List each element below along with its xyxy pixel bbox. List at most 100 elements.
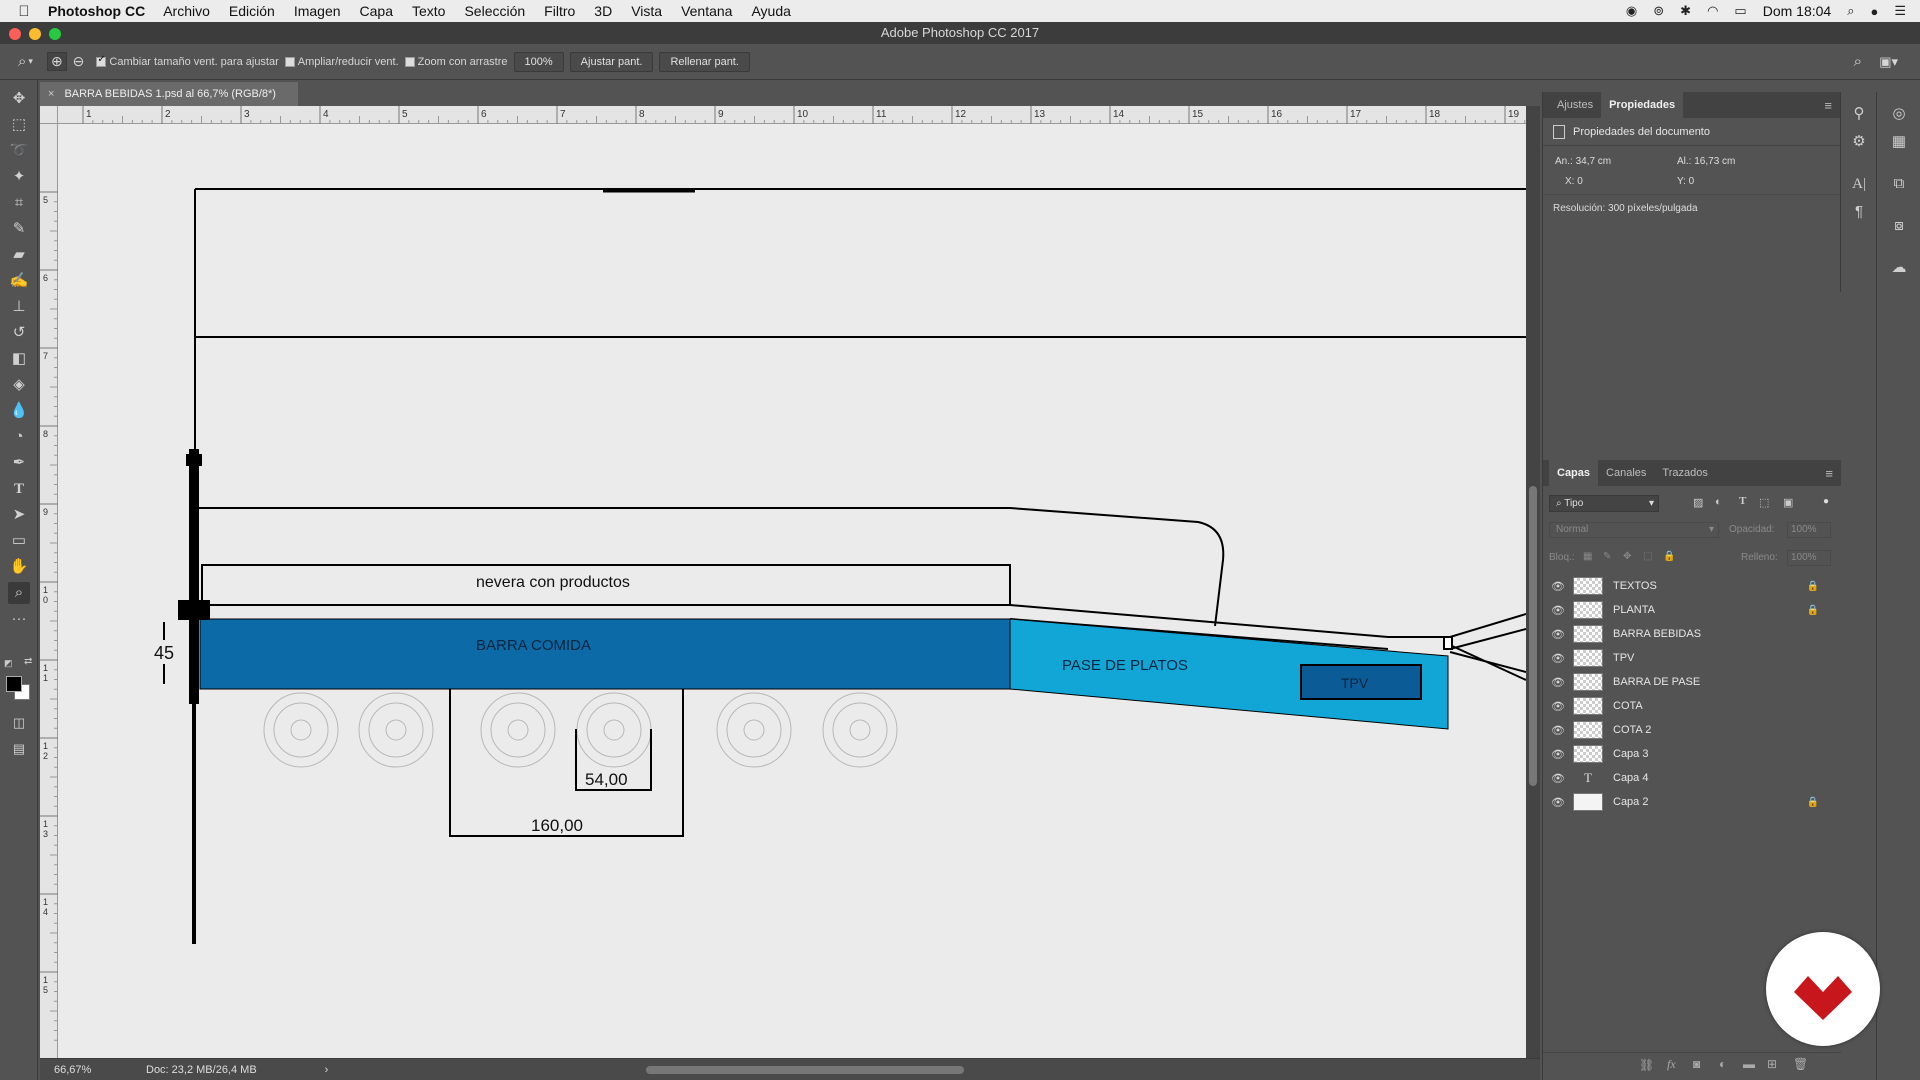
- lock-artboard-icon[interactable]: ⬚: [1643, 551, 1652, 562]
- dodge-tool-icon[interactable]: ◔: [8, 426, 30, 448]
- blur-tool-icon[interactable]: 💧: [8, 400, 30, 422]
- ruler-origin[interactable]: [40, 106, 58, 124]
- scrubby-zoom-checkbox[interactable]: Zoom con arrastre: [404, 56, 508, 68]
- menu-app-name[interactable]: Photoshop CC: [48, 3, 145, 19]
- tab-trazados[interactable]: Trazados: [1654, 460, 1715, 486]
- layer-lock-icon[interactable]: 🔒: [1807, 581, 1819, 592]
- layer-lock-icon[interactable]: 🔒: [1807, 797, 1819, 808]
- screen-mode-icon[interactable]: ▤: [8, 738, 30, 760]
- document-canvas[interactable]: nevera con productos BARRA COMIDA PASE D…: [58, 124, 1526, 1058]
- filter-shape-icon[interactable]: ⬚: [1759, 496, 1769, 509]
- eyedropper-tool-icon[interactable]: ✎: [8, 218, 30, 240]
- tab-capas[interactable]: Capas: [1549, 460, 1599, 486]
- blend-mode-select[interactable]: Normal ▾: [1549, 522, 1719, 538]
- layer-name[interactable]: COTA: [1613, 700, 1643, 712]
- menu-archivo[interactable]: Archivo: [163, 3, 210, 19]
- search-icon[interactable]: ⌕: [1854, 53, 1862, 70]
- layer-row[interactable]: 👁 TEXTOS 🔒: [1547, 574, 1831, 598]
- delete-layer-icon[interactable]: 🗑: [1793, 1057, 1808, 1071]
- menu-imagen[interactable]: Imagen: [294, 3, 341, 19]
- zoom-all-windows-checkbox[interactable]: Ampliar/reducir vent.: [284, 56, 399, 68]
- paths-panel-icon[interactable]: ⧇: [1887, 214, 1911, 238]
- link-layers-icon[interactable]: ⛓: [1639, 1058, 1654, 1072]
- quick-mask-icon[interactable]: ◫: [8, 712, 30, 734]
- tab-propiedades[interactable]: Propiedades: [1601, 92, 1684, 118]
- move-tool-icon[interactable]: ✥: [8, 88, 30, 110]
- airplay-icon[interactable]: ▭: [1734, 3, 1746, 19]
- checkbox-checked[interactable]: [96, 54, 107, 67]
- vertical-scrollbar[interactable]: [1526, 106, 1540, 1058]
- opacity-input[interactable]: 100%: [1787, 522, 1831, 538]
- checkbox-unchecked[interactable]: [404, 56, 415, 67]
- 3d-panel-icon[interactable]: ◎: [1887, 102, 1911, 126]
- chevron-down-icon[interactable]: ▾: [28, 56, 33, 67]
- history-panel-icon[interactable]: ⚲: [1847, 102, 1871, 126]
- layer-name[interactable]: Capa 3: [1613, 748, 1648, 760]
- layer-name[interactable]: PLANTA: [1613, 604, 1655, 616]
- ruler-vertical[interactable]: 56789101112131415: [40, 124, 58, 1058]
- layer-name[interactable]: TPV: [1613, 652, 1634, 664]
- menubar-clock[interactable]: Dom 18:04: [1763, 3, 1831, 19]
- close-document-icon[interactable]: ×: [48, 88, 54, 100]
- brush-tool-icon[interactable]: ✍: [8, 270, 30, 292]
- filter-smart-object-icon[interactable]: ▣: [1783, 496, 1793, 509]
- zoom-tool-icon[interactable]: ⌕: [8, 582, 30, 604]
- zoom-window-button[interactable]: [49, 28, 61, 40]
- spotlight-search-icon[interactable]: ⌕: [1847, 3, 1854, 19]
- type-tool-icon[interactable]: T: [8, 478, 30, 500]
- menu-ayuda[interactable]: Ayuda: [751, 3, 790, 19]
- document-tab[interactable]: × BARRA BEBIDAS 1.psd al 66,7% (RGB/8*): [40, 82, 298, 106]
- magic-wand-tool-icon[interactable]: ✦: [8, 166, 30, 188]
- layer-row[interactable]: 👁 PLANTA 🔒: [1547, 598, 1831, 622]
- bluetooth-icon[interactable]: ✱: [1680, 3, 1691, 19]
- menu-capa[interactable]: Capa: [360, 3, 393, 19]
- lock-all-icon[interactable]: 🔒: [1663, 551, 1675, 562]
- visibility-eye-icon[interactable]: 👁: [1547, 724, 1569, 737]
- grid-panel-icon[interactable]: ▦: [1887, 130, 1911, 154]
- siri-icon[interactable]: ●: [1870, 4, 1878, 19]
- menu-edicion[interactable]: Edición: [229, 3, 275, 19]
- layer-row[interactable]: 👁 COTA 2: [1547, 718, 1831, 742]
- status-menu-arrow-icon[interactable]: ›: [325, 1064, 329, 1076]
- workspace-icon[interactable]: ▣▾: [1879, 54, 1898, 70]
- ruler-horizontal[interactable]: 1 2 3 4 5 6 7 8 9 10 11 12 13 14 15 16 17 18 19: [58, 106, 1575, 124]
- layer-name[interactable]: Capa 4: [1613, 772, 1648, 784]
- fill-input[interactable]: 100%: [1787, 550, 1831, 566]
- pen-tool-icon[interactable]: ✒: [8, 452, 30, 474]
- layer-name[interactable]: BARRA BEBIDAS: [1613, 628, 1701, 640]
- doc-x[interactable]: X: 0: [1565, 176, 1583, 187]
- cc-icon[interactable]: ⊚: [1653, 3, 1664, 19]
- lock-position-icon[interactable]: ✥: [1623, 551, 1631, 562]
- visibility-eye-icon[interactable]: 👁: [1547, 628, 1569, 641]
- history-brush-tool-icon[interactable]: ↺: [8, 322, 30, 344]
- eraser-tool-icon[interactable]: ◧: [8, 348, 30, 370]
- swap-colors-icon[interactable]: ⇄: [24, 656, 32, 667]
- layer-name[interactable]: TEXTOS: [1613, 580, 1657, 592]
- new-adjustment-icon[interactable]: ◐: [1719, 1057, 1726, 1071]
- clone-stamp-tool-icon[interactable]: ⊥: [8, 296, 30, 318]
- tab-canales[interactable]: Canales: [1598, 460, 1654, 486]
- lock-transparent-icon[interactable]: ▦: [1583, 551, 1592, 562]
- layer-row[interactable]: 👁 BARRA BEBIDAS: [1547, 622, 1831, 646]
- menu-vista[interactable]: Vista: [631, 3, 662, 19]
- lasso-tool-icon[interactable]: ➰: [8, 140, 30, 162]
- layer-name[interactable]: Capa 2: [1613, 796, 1648, 808]
- visibility-eye-icon[interactable]: 👁: [1547, 796, 1569, 809]
- marquee-tool-icon[interactable]: ⬚: [8, 114, 30, 136]
- panel-menu-icon[interactable]: ≡: [1824, 98, 1832, 113]
- layer-row[interactable]: 👁 Capa 3: [1547, 742, 1831, 766]
- zoom-in-icon[interactable]: ⊕: [46, 52, 67, 71]
- menu-seleccion[interactable]: Selección: [464, 3, 525, 19]
- visibility-eye-icon[interactable]: 👁: [1547, 772, 1569, 785]
- horizontal-scroll-thumb[interactable]: [646, 1066, 964, 1074]
- visibility-eye-icon[interactable]: 👁: [1547, 604, 1569, 617]
- layer-style-icon[interactable]: fx: [1667, 1057, 1676, 1072]
- paragraph-panel-icon[interactable]: ¶: [1847, 200, 1871, 224]
- visibility-eye-icon[interactable]: 👁: [1547, 676, 1569, 689]
- filter-adjustment-icon[interactable]: ◐: [1715, 496, 1722, 508]
- visibility-eye-icon[interactable]: 👁: [1547, 748, 1569, 761]
- lock-image-icon[interactable]: ✎: [1603, 551, 1611, 562]
- visibility-eye-icon[interactable]: 👁: [1547, 580, 1569, 593]
- filter-toggle-icon[interactable]: ●: [1823, 496, 1829, 507]
- record-icon[interactable]: ◉: [1626, 3, 1637, 19]
